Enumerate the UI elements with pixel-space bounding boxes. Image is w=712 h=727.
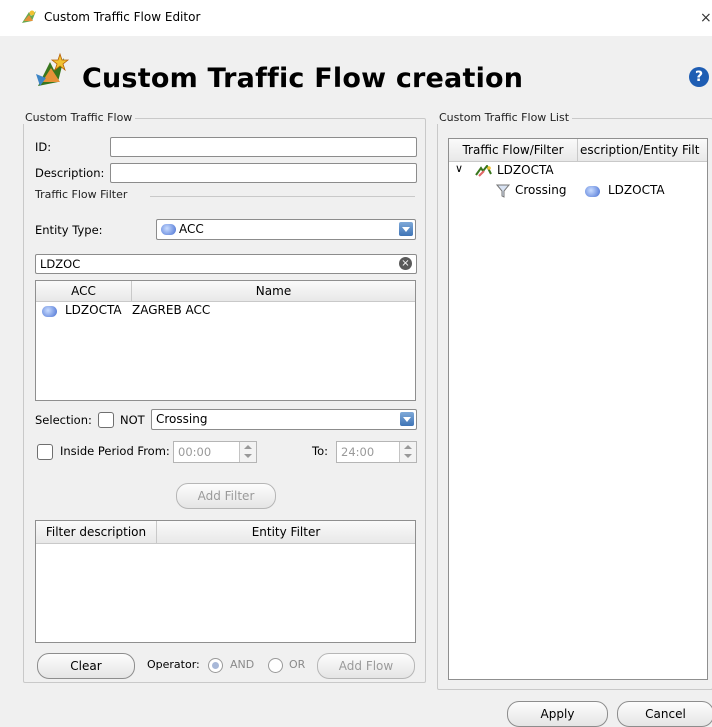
row-name: ZAGREB ACC [132, 303, 211, 317]
inside-period-checkbox[interactable] [37, 444, 53, 460]
chevron-down-icon[interactable] [400, 412, 414, 426]
help-icon[interactable]: ? [689, 67, 709, 87]
column-description-entity-filter[interactable]: escription/Entity Filt [578, 139, 709, 161]
entity-search-value: LDZOC [40, 257, 81, 271]
not-label: NOT [120, 413, 145, 427]
description-label: Description: [35, 166, 105, 180]
selection-value: Crossing [156, 412, 208, 426]
window-title: Custom Traffic Flow Editor [44, 10, 201, 24]
tree-item-flow-label: LDZOCTA [497, 163, 554, 177]
id-label: ID: [35, 140, 52, 154]
flow-tree-header: Traffic Flow/Filter escription/Entity Fi… [449, 139, 707, 162]
id-field[interactable] [110, 137, 417, 157]
entity-type-value: ACC [179, 222, 204, 236]
to-label: To: [312, 444, 328, 458]
description-field[interactable] [110, 163, 417, 183]
apply-button[interactable]: Apply [507, 701, 608, 727]
filter-table[interactable]: Filter description Entity Filter [35, 520, 416, 643]
acc-icon [161, 224, 176, 235]
clear-button[interactable]: Clear [37, 653, 135, 679]
page-title: Custom Traffic Flow creation [82, 63, 524, 94]
period-to-value: 24:00 [341, 445, 375, 459]
entity-table-header: ACC Name [36, 281, 415, 302]
operator-label: Operator: [147, 658, 200, 671]
or-label: OR [289, 658, 306, 671]
filter-table-header: Filter description Entity Filter [36, 521, 415, 544]
spinner-arrows-icon[interactable] [239, 442, 256, 462]
column-traffic-flow[interactable]: Traffic Flow/Filter [449, 139, 578, 161]
tree-item-filter-label: Crossing [515, 183, 567, 197]
acc-icon [585, 186, 600, 197]
entity-type-label: Entity Type: [35, 223, 103, 237]
add-flow-button[interactable]: Add Flow [317, 653, 415, 679]
app-icon [22, 10, 36, 23]
tree-item-filter[interactable]: Crossing LDZOCTA [453, 183, 703, 199]
selection-label: Selection: [35, 413, 92, 427]
flow-tree[interactable]: Traffic Flow/Filter escription/Entity Fi… [448, 138, 708, 680]
filter-funnel-icon [496, 184, 510, 198]
column-acc[interactable]: ACC [36, 281, 132, 301]
selection-select[interactable]: Crossing [151, 409, 417, 430]
entity-search-input[interactable]: LDZOC × [35, 254, 417, 274]
traffic-flow-icon [475, 165, 492, 177]
tree-item-flow[interactable]: ∨ LDZOCTA [453, 162, 703, 179]
inside-period-label: Inside Period From: [60, 444, 170, 458]
not-checkbox[interactable] [98, 412, 114, 428]
period-from-value: 00:00 [178, 445, 212, 459]
add-filter-button[interactable]: Add Filter [176, 483, 276, 509]
custom-traffic-flow-list-legend: Custom Traffic Flow List [436, 111, 573, 124]
and-radio[interactable] [208, 658, 223, 673]
table-row[interactable]: LDZOCTA ZAGREB ACC [40, 303, 410, 319]
chevron-down-icon[interactable]: ∨ [455, 162, 463, 175]
column-filter-description[interactable]: Filter description [36, 521, 157, 543]
period-from-spinner[interactable]: 00:00 [173, 441, 257, 463]
or-radio[interactable] [268, 658, 283, 673]
entity-table[interactable]: ACC Name LDZOCTA ZAGREB ACC [35, 280, 416, 401]
traffic-flow-filter-legend: Traffic Flow Filter [32, 188, 131, 201]
and-label: AND [230, 658, 255, 671]
period-to-spinner[interactable]: 24:00 [336, 441, 417, 463]
column-name[interactable]: Name [132, 281, 415, 301]
chevron-down-icon[interactable] [399, 222, 413, 236]
entity-type-select[interactable]: ACC [156, 219, 416, 240]
acc-icon [42, 306, 57, 317]
title-bar: Custom Traffic Flow Editor × [0, 0, 712, 36]
column-entity-filter[interactable]: Entity Filter [157, 521, 415, 543]
filter-divider [150, 196, 415, 197]
clear-search-icon[interactable]: × [399, 257, 412, 270]
cancel-button[interactable]: Cancel [617, 701, 712, 727]
custom-traffic-flow-legend: Custom Traffic Flow [22, 111, 136, 124]
close-button[interactable]: × [700, 10, 712, 26]
tree-item-filter-entity: LDZOCTA [608, 183, 665, 197]
header-logo-icon [36, 52, 70, 86]
row-acc: LDZOCTA [65, 303, 122, 317]
spinner-arrows-icon[interactable] [399, 442, 416, 462]
